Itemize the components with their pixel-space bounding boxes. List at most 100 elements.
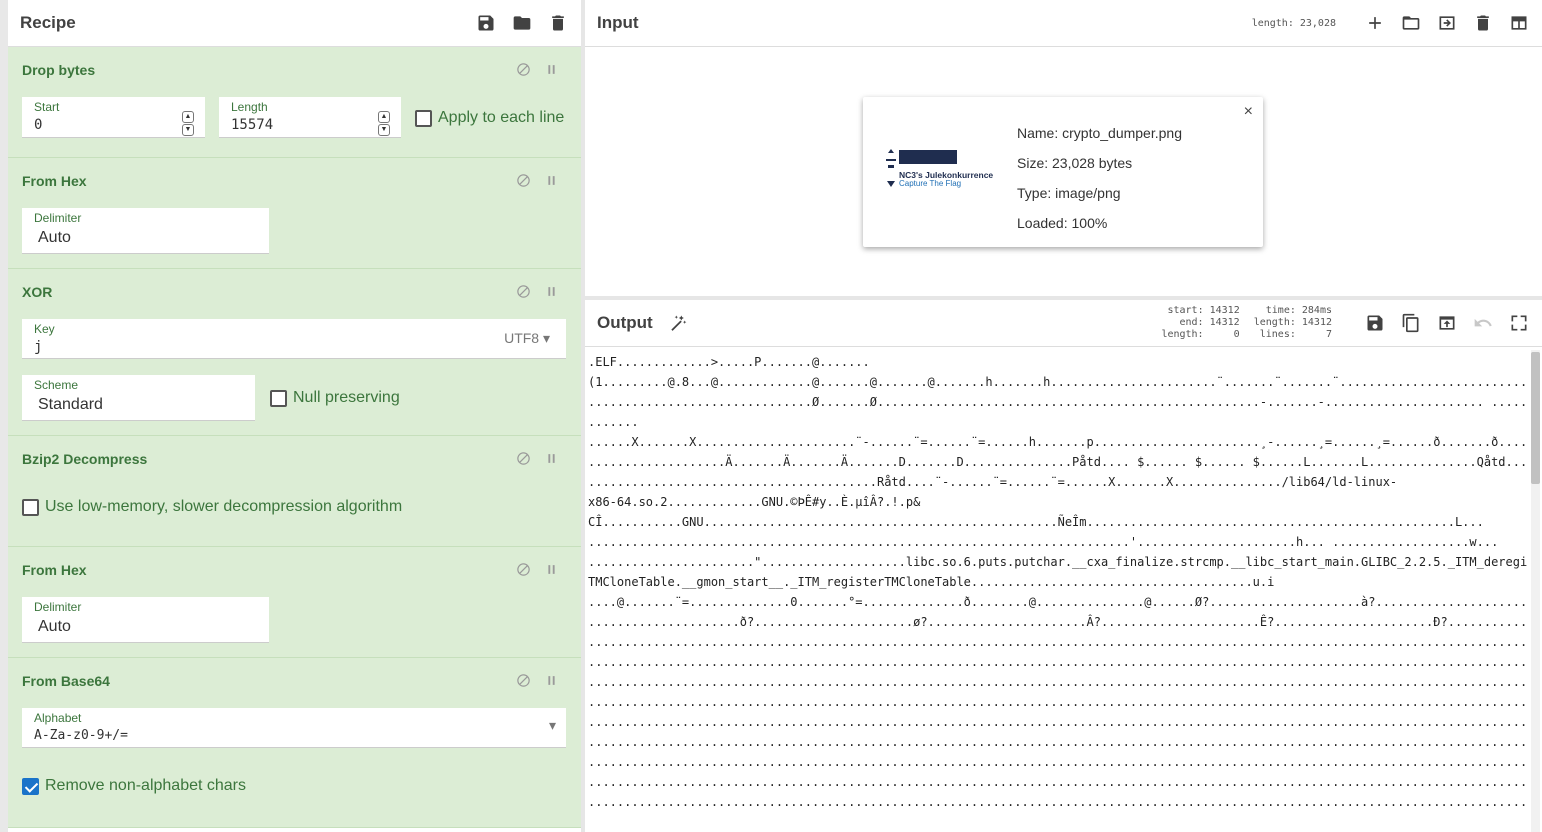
- low-memory-checkbox[interactable]: Use low-memory, slower decompression alg…: [22, 498, 402, 516]
- scheme-value[interactable]: Standard: [38, 396, 103, 414]
- length-value[interactable]: 15574: [231, 117, 273, 133]
- op-from-base64[interactable]: From Base64 Alphabet A-Za-z0-9+/= ▾ Remo…: [8, 658, 581, 828]
- add-tab-icon[interactable]: [1364, 12, 1386, 34]
- delimiter-label: Delimiter: [34, 211, 82, 225]
- op-xor[interactable]: XOR Key j UTF8 ▾ Scheme Standard Null pr…: [8, 269, 581, 436]
- output-line: .......: [588, 415, 639, 429]
- scheme-label: Scheme: [34, 378, 79, 392]
- disable-icon[interactable]: [515, 450, 531, 466]
- chevron-down-icon[interactable]: ▾: [549, 717, 556, 734]
- length-field[interactable]: Length 15574 ▲ ▼: [219, 97, 401, 138]
- alphabet-label: Alphabet: [34, 711, 82, 725]
- delimiter-field[interactable]: Delimiter Auto: [22, 597, 269, 643]
- key-encoding-select[interactable]: UTF8 ▾: [504, 330, 550, 347]
- breakpoint-icon[interactable]: [543, 561, 559, 577]
- load-recipe-icon[interactable]: [511, 12, 533, 34]
- save-output-icon[interactable]: [1364, 312, 1386, 334]
- op-title: From Hex: [22, 173, 87, 189]
- breakpoint-icon[interactable]: [543, 61, 559, 77]
- key-value[interactable]: j: [34, 339, 42, 355]
- clear-input-icon[interactable]: [1472, 12, 1494, 34]
- copy-icon[interactable]: [1400, 312, 1422, 334]
- op-bzip2-decompress[interactable]: Bzip2 Decompress Use low-memory, slower …: [8, 436, 581, 547]
- file-size: Size: 23,028 bytes: [1017, 155, 1133, 171]
- op-drop-bytes[interactable]: Drop bytes Start 0 ▲ ▼ Length 15574 ▲ ▼ Ap…: [8, 47, 581, 158]
- output-line: ........................................…: [588, 635, 1528, 649]
- output-title: Output: [597, 313, 653, 332]
- op-title: Bzip2 Decompress: [22, 451, 148, 467]
- open-folder-icon[interactable]: [1400, 12, 1422, 34]
- disable-icon[interactable]: [515, 283, 531, 299]
- alphabet-field[interactable]: Alphabet A-Za-z0-9+/= ▾: [22, 708, 566, 748]
- key-field[interactable]: Key j UTF8 ▾: [22, 319, 566, 359]
- op-title: From Base64: [22, 673, 110, 689]
- file-meta: Name: crypto_dumper.png Size: 23,028 byt…: [1017, 118, 1182, 238]
- output-line: CÎ...........GNU........................…: [588, 515, 1484, 529]
- disable-icon[interactable]: [515, 561, 531, 577]
- start-field[interactable]: Start 0 ▲ ▼: [22, 97, 205, 138]
- output-text-area[interactable]: .ELF.............>.....P.......@....... (…: [585, 348, 1528, 832]
- op-title: XOR: [22, 284, 53, 300]
- output-scrollbar-thumb[interactable]: [1531, 352, 1540, 484]
- breakpoint-icon[interactable]: [543, 172, 559, 188]
- delimiter-value[interactable]: Auto: [38, 229, 71, 247]
- thumbnail-subtitle: Capture The Flag: [899, 179, 962, 188]
- disable-icon[interactable]: [515, 61, 531, 77]
- replace-input-icon[interactable]: [1436, 312, 1458, 334]
- stat-end: end: 14312: [1179, 317, 1240, 328]
- start-stepper[interactable]: ▲ ▼: [182, 111, 194, 136]
- scheme-field[interactable]: Scheme Standard: [22, 375, 255, 421]
- null-preserving-label: Null preserving: [293, 389, 400, 406]
- length-stepper[interactable]: ▲ ▼: [378, 111, 390, 136]
- alphabet-value[interactable]: A-Za-z0-9+/=: [34, 728, 128, 743]
- layout-icon[interactable]: [1508, 12, 1530, 34]
- stat-time: time: 284ms: [1265, 305, 1332, 316]
- delimiter-label: Delimiter: [34, 600, 82, 614]
- output-line: TMCloneTable.__gmon_start__._ITM_registe…: [588, 575, 1275, 589]
- clear-recipe-icon[interactable]: [547, 12, 569, 34]
- null-preserving-checkbox[interactable]: Null preserving: [270, 389, 400, 407]
- input-header: Input length: 23,028: [585, 0, 1542, 47]
- disable-icon[interactable]: [515, 672, 531, 688]
- checkbox-box[interactable]: [22, 777, 39, 795]
- recipe-pane: Recipe Drop bytes Start 0 ▲ ▼ Length 1557…: [0, 0, 581, 832]
- apply-each-line-checkbox[interactable]: Apply to each line: [415, 109, 564, 127]
- output-line: ...............................Ø.......Ø…: [588, 395, 1528, 409]
- output-line: ........................................…: [588, 795, 1528, 809]
- output-line: ....@.......¨=..............0.......°=..…: [588, 595, 1528, 609]
- maximise-icon[interactable]: [1508, 312, 1530, 334]
- output-line: .....................ð?.................…: [588, 615, 1528, 629]
- save-recipe-icon[interactable]: [475, 12, 497, 34]
- key-label: Key: [34, 322, 55, 336]
- undo-icon[interactable]: [1472, 312, 1494, 334]
- checkbox-box[interactable]: [22, 498, 39, 516]
- file-name: Name: crypto_dumper.png: [1017, 125, 1182, 141]
- breakpoint-icon[interactable]: [543, 450, 559, 466]
- stat-selection-length: length: 0: [1161, 329, 1240, 340]
- recipe-header: Recipe: [8, 0, 581, 47]
- stat-lines: lines: 7: [1259, 329, 1332, 340]
- input-title: Input: [597, 13, 639, 32]
- disable-icon[interactable]: [515, 172, 531, 188]
- checkbox-box[interactable]: [415, 109, 432, 127]
- magic-wand-icon[interactable]: [667, 312, 689, 334]
- file-type: Type: image/png: [1017, 185, 1121, 201]
- output-line: (1.........@.8...@.............@.......@…: [588, 375, 1528, 389]
- start-value[interactable]: 0: [34, 117, 42, 133]
- op-from-hex[interactable]: From Hex Delimiter Auto: [8, 158, 581, 269]
- checkbox-box[interactable]: [270, 389, 287, 407]
- remove-non-alphabet-checkbox[interactable]: Remove non-alphabet chars: [22, 777, 246, 795]
- output-line: ........................................…: [588, 735, 1528, 749]
- delimiter-value[interactable]: Auto: [38, 618, 71, 636]
- output-line: x86-64.so.2.............GNU.©ÞÊ#y..È.µîÂ…: [588, 495, 921, 509]
- op-from-hex[interactable]: From Hex Delimiter Auto: [8, 547, 581, 658]
- file-details-card: NC3's Julekonkurrence Capture The Flag N…: [863, 97, 1263, 247]
- close-icon[interactable]: ×: [1244, 103, 1253, 121]
- breakpoint-icon[interactable]: [543, 283, 559, 299]
- output-header: Output start: 14312 time: 284ms end: 143…: [585, 300, 1542, 347]
- open-file-icon[interactable]: [1436, 12, 1458, 34]
- output-stats: start: 14312 time: 284ms end: 14312 leng…: [1161, 305, 1332, 341]
- input-length: length: 23,028: [1251, 17, 1336, 29]
- breakpoint-icon[interactable]: [543, 672, 559, 688]
- delimiter-field[interactable]: Delimiter Auto: [22, 208, 269, 254]
